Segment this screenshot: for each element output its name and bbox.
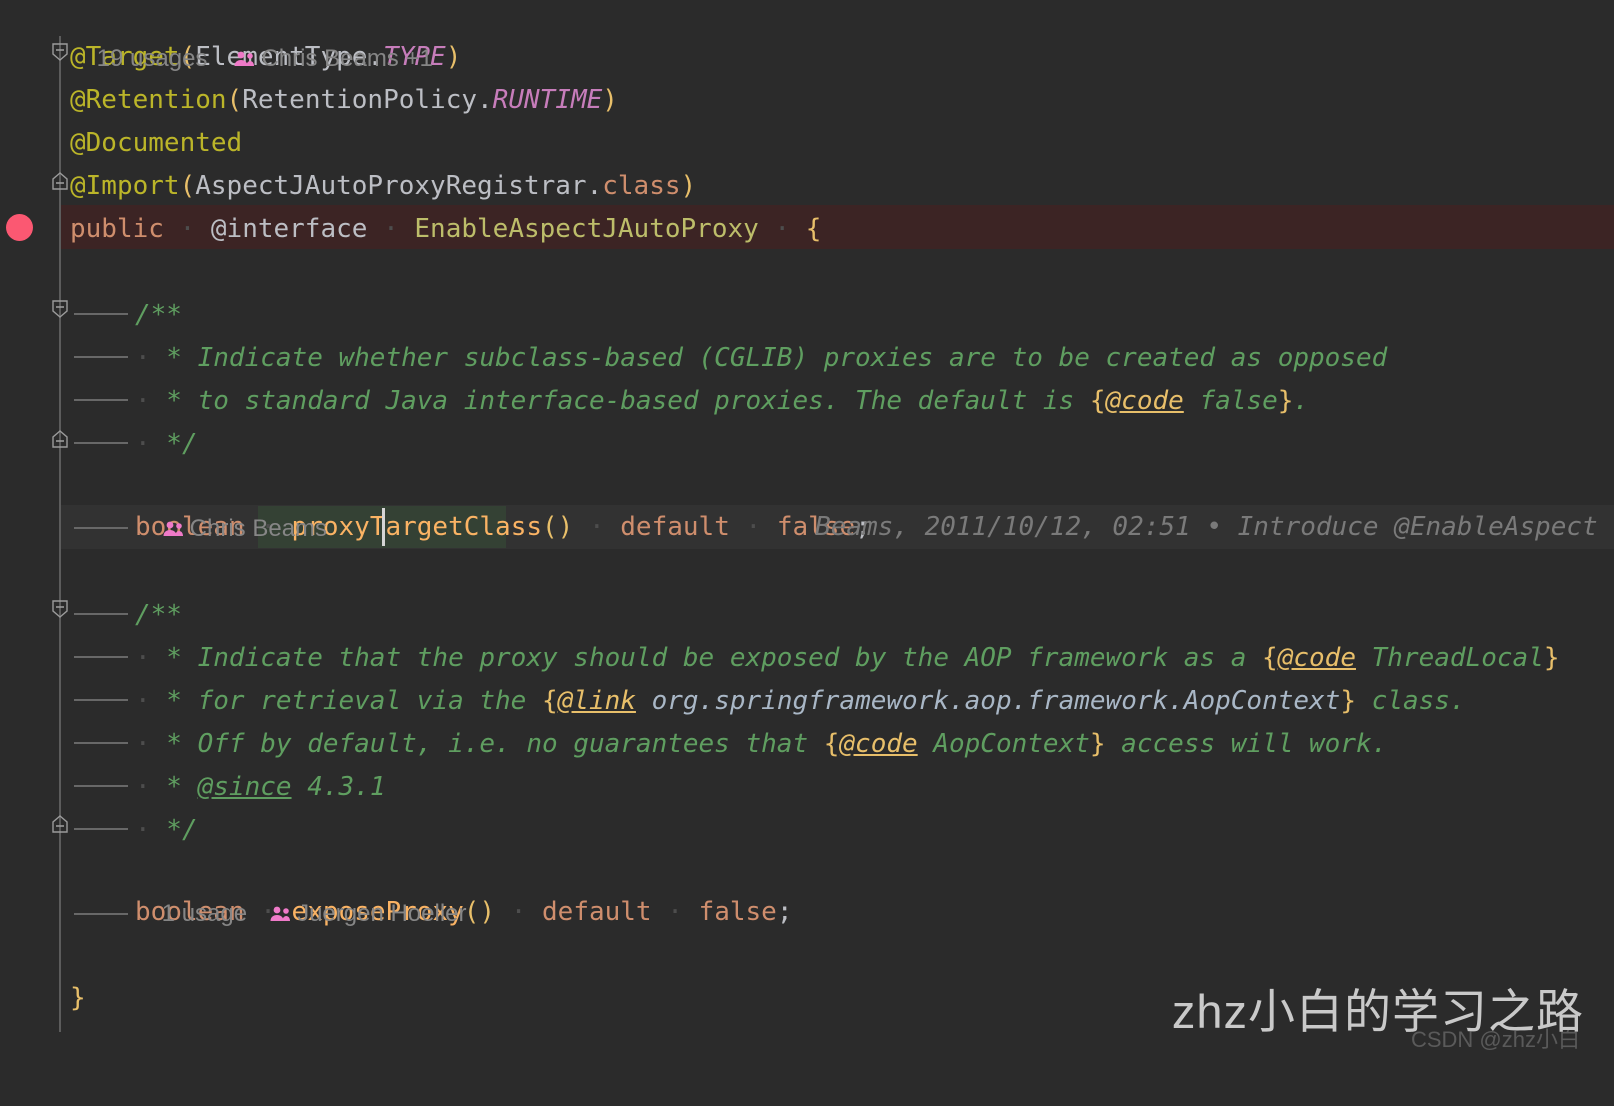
code-doc-tag[interactable]: @code bbox=[839, 729, 917, 759]
fold-dash bbox=[74, 699, 128, 701]
class-usages-label[interactable]: 19 usages bbox=[97, 45, 208, 72]
interface-name: EnableAspectJAutoProxy bbox=[414, 214, 759, 244]
fold-collapse-doc1-icon[interactable] bbox=[51, 300, 69, 318]
code-editor[interactable]: 19 usages Chris Beams +1 @Target(ElementT… bbox=[0, 0, 1614, 1068]
fold-dash bbox=[74, 828, 128, 830]
inlay-hint-proxy-target-class-author[interactable]: Chris Beams bbox=[135, 464, 327, 542]
link-doc-tag[interactable]: @link bbox=[558, 686, 636, 716]
code-line-interface-declaration[interactable]: public · @interface · EnableAspectJAutoP… bbox=[0, 208, 1614, 251]
aopcontext-link[interactable]: org.springframework.aop.framework.AopCon… bbox=[636, 686, 1341, 716]
fold-dash bbox=[74, 442, 128, 444]
git-blame-annotation[interactable]: Beams, 2011/10/12, 02:51 • Introduce @En… bbox=[815, 506, 1598, 549]
code-line-doc1-text2[interactable]: · * to standard Java interface-based pro… bbox=[0, 380, 1614, 423]
fold-dash bbox=[74, 399, 128, 401]
code-line-retention[interactable]: @Retention(RetentionPolicy.RUNTIME) bbox=[0, 79, 1614, 122]
code-line-doc2-text1[interactable]: · * Indicate that the proxy should be ex… bbox=[0, 637, 1614, 680]
fold-collapse-doc2-icon[interactable] bbox=[51, 600, 69, 618]
breakpoint-marker[interactable] bbox=[6, 214, 33, 241]
public-keyword: public bbox=[70, 214, 164, 244]
inlay-hint-expose-proxy[interactable]: 1 usage Juergen Hoeller bbox=[135, 849, 467, 927]
fold-expand-doc2-icon[interactable] bbox=[51, 815, 69, 833]
editor-gutter[interactable] bbox=[0, 0, 60, 1068]
fold-dash bbox=[74, 913, 128, 915]
code-line-doc2-text2[interactable]: · * for retrieval via the {@link org.spr… bbox=[0, 680, 1614, 723]
fold-dash bbox=[74, 313, 128, 315]
fold-expand-doc1-icon[interactable] bbox=[51, 430, 69, 448]
code-line-doc1-close[interactable]: · */ bbox=[0, 423, 1614, 466]
fold-dash bbox=[74, 656, 128, 658]
fold-dash bbox=[74, 613, 128, 615]
documented-annotation: @Documented bbox=[70, 128, 243, 158]
fold-dash bbox=[74, 785, 128, 787]
code-line-doc2-text3[interactable]: · * Off by default, i.e. no guarantees t… bbox=[0, 723, 1614, 766]
fold-collapse-icon[interactable] bbox=[51, 43, 69, 61]
fold-dash bbox=[74, 356, 128, 358]
code-line-import[interactable]: @Import(AspectJAutoProxyRegistrar.class) bbox=[0, 165, 1614, 208]
fold-dash bbox=[74, 527, 128, 529]
expose-proxy-author-label[interactable]: Juergen Hoeller bbox=[297, 900, 466, 927]
fold-dash bbox=[74, 742, 128, 744]
since-doc-tag[interactable]: @since bbox=[198, 772, 292, 802]
code-line-documented[interactable]: @Documented bbox=[0, 122, 1614, 165]
text-caret bbox=[382, 508, 385, 546]
code-line-doc1-text1[interactable]: · * Indicate whether subclass-based (CGL… bbox=[0, 337, 1614, 380]
retention-annotation: @Retention bbox=[70, 85, 227, 115]
interface-keyword: @interface bbox=[210, 214, 368, 244]
code-line-doc2-close[interactable]: · */ bbox=[0, 809, 1614, 852]
proxy-target-class-author-label[interactable]: Chris Beams bbox=[190, 515, 327, 542]
import-annotation: @Import bbox=[70, 171, 180, 201]
proxy-target-class-method[interactable]: proxyTargetClass bbox=[292, 512, 542, 542]
authors-icon bbox=[233, 50, 257, 68]
authors-icon bbox=[269, 905, 293, 923]
class-author-label[interactable]: Chris Beams +1 bbox=[261, 45, 432, 72]
code-doc-tag[interactable]: @code bbox=[1278, 643, 1356, 673]
inlay-hint-class-usages[interactable]: 19 usages Chris Beams +1 bbox=[70, 0, 433, 72]
watermark-text: zhz小白的学习之路 bbox=[1171, 985, 1584, 1038]
code-doc-tag[interactable]: @code bbox=[1106, 386, 1184, 416]
code-line-doc1-open[interactable]: /** bbox=[0, 294, 1614, 337]
code-line-doc2-open[interactable]: /** bbox=[0, 594, 1614, 637]
expose-proxy-usages-label[interactable]: 1 usage bbox=[162, 900, 247, 927]
fold-expand-icon[interactable] bbox=[51, 172, 69, 190]
code-line-doc2-since[interactable]: · * @since 4.3.1 bbox=[0, 766, 1614, 809]
authors-icon bbox=[162, 520, 186, 538]
